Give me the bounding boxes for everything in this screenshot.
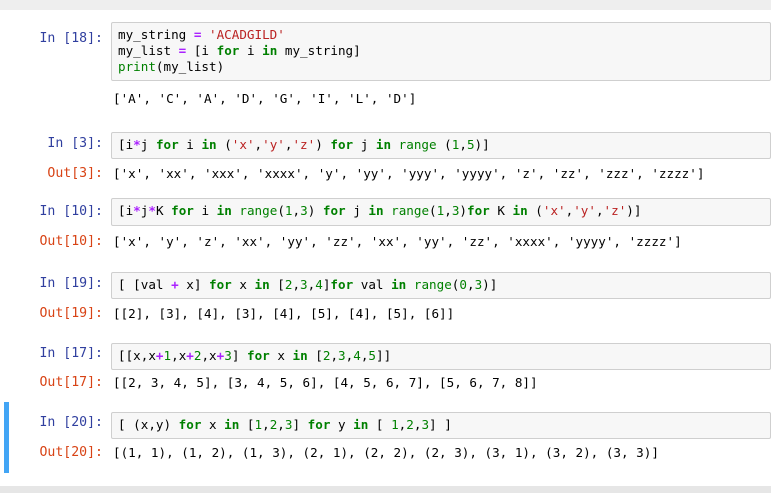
code-input-area[interactable]: my_string = 'ACADGILD' my_list = [i for …: [111, 22, 771, 81]
code-line: [i*j*K for i in range(1,3) for j in rang…: [118, 203, 642, 218]
code-input-area[interactable]: [ [val + x] for x in [2,3,4]for val in r…: [111, 272, 771, 299]
code-cell[interactable]: In [18]: my_string = 'ACADGILD' my_list …: [4, 22, 771, 118]
output-prompt: Out[20]:: [39, 445, 103, 460]
output-text: ['x', 'xx', 'xxx', 'xxxx', 'y', 'yy', 'y…: [113, 166, 705, 181]
code-cell[interactable]: In [19]: [ [val + x] for x in [2,3,4]for…: [4, 272, 771, 330]
code-line: [i*j for i in ('x','y','z') for j in ran…: [118, 137, 490, 152]
code-line: print(my_list): [118, 59, 225, 74]
input-prompt: In [17]:: [39, 346, 103, 361]
input-prompt: In [19]:: [39, 276, 103, 291]
code-cell-selected[interactable]: In [20]: [ (x,y) for x in [1,2,3] for y …: [4, 402, 771, 473]
input-prompt: In [10]:: [39, 204, 103, 219]
cell-output: ['x', 'y', 'z', 'xx', 'yy', 'zz', 'xx', …: [113, 234, 771, 250]
code-line: [ [val + x] for x in [2,3,4]for val in r…: [118, 277, 498, 292]
input-prompt: In [3]:: [47, 136, 103, 151]
code-editor[interactable]: [i*j for i in ('x','y','z') for j in ran…: [112, 133, 770, 157]
code-editor[interactable]: [ [val + x] for x in [2,3,4]for val in r…: [112, 273, 770, 297]
output-text: ['A', 'C', 'A', 'D', 'G', 'I', 'L', 'D']: [113, 91, 417, 106]
code-editor[interactable]: my_string = 'ACADGILD' my_list = [i for …: [112, 23, 770, 79]
code-cell[interactable]: In [3]: [i*j for i in ('x','y','z') for …: [4, 132, 771, 188]
input-prompt: In [20]:: [39, 415, 103, 430]
cell-output: [(1, 1), (1, 2), (1, 3), (2, 1), (2, 2),…: [113, 445, 771, 461]
output-prompt: Out[19]:: [39, 306, 103, 321]
bottom-border: [0, 486, 771, 493]
output-text: [(1, 1), (1, 2), (1, 3), (2, 1), (2, 2),…: [113, 445, 659, 460]
code-editor[interactable]: [ (x,y) for x in [1,2,3] for y in [ 1,2,…: [112, 413, 770, 437]
code-cell[interactable]: In [10]: [i*j*K for i in range(1,3) for …: [4, 198, 771, 256]
code-input-area[interactable]: [i*j*K for i in range(1,3) for j in rang…: [111, 198, 771, 226]
cell-output: [[2, 3, 4, 5], [3, 4, 5, 6], [4, 5, 6, 7…: [113, 375, 771, 391]
code-line: my_string = 'ACADGILD': [118, 27, 285, 42]
code-editor[interactable]: [[x,x+1,x+2,x+3] for x in [2,3,4,5]]: [112, 344, 770, 368]
code-line: my_list = [i for i in my_string]: [118, 43, 361, 58]
code-input-area[interactable]: [i*j for i in ('x','y','z') for j in ran…: [111, 132, 771, 159]
code-input-area[interactable]: [[x,x+1,x+2,x+3] for x in [2,3,4,5]]: [111, 343, 771, 370]
output-text: ['x', 'y', 'z', 'xx', 'yy', 'zz', 'xx', …: [113, 234, 682, 249]
cell-output: ['x', 'xx', 'xxx', 'xxxx', 'y', 'yy', 'y…: [113, 166, 771, 182]
output-prompt: Out[3]:: [47, 166, 103, 181]
code-line: [[x,x+1,x+2,x+3] for x in [2,3,4,5]]: [118, 348, 392, 363]
output-prompt: Out[10]:: [39, 234, 103, 249]
notebook-page: In [18]: my_string = 'ACADGILD' my_list …: [0, 0, 771, 493]
notebook-container: In [18]: my_string = 'ACADGILD' my_list …: [0, 10, 771, 486]
cell-output: ['A', 'C', 'A', 'D', 'G', 'I', 'L', 'D']: [113, 91, 771, 107]
output-prompt: Out[17]:: [39, 375, 103, 390]
code-line: [ (x,y) for x in [1,2,3] for y in [ 1,2,…: [118, 417, 452, 432]
input-prompt: In [18]:: [39, 31, 103, 46]
output-text: [[2], [3], [4], [3], [4], [5], [4], [5],…: [113, 306, 455, 321]
code-editor[interactable]: [i*j*K for i in range(1,3) for j in rang…: [112, 199, 770, 223]
cell-output: [[2], [3], [4], [3], [4], [5], [4], [5],…: [113, 306, 771, 322]
output-text: [[2, 3, 4, 5], [3, 4, 5, 6], [4, 5, 6, 7…: [113, 375, 538, 390]
code-input-area[interactable]: [ (x,y) for x in [1,2,3] for y in [ 1,2,…: [111, 412, 771, 439]
code-cell[interactable]: In [17]: [[x,x+1,x+2,x+3] for x in [2,3,…: [4, 343, 771, 401]
